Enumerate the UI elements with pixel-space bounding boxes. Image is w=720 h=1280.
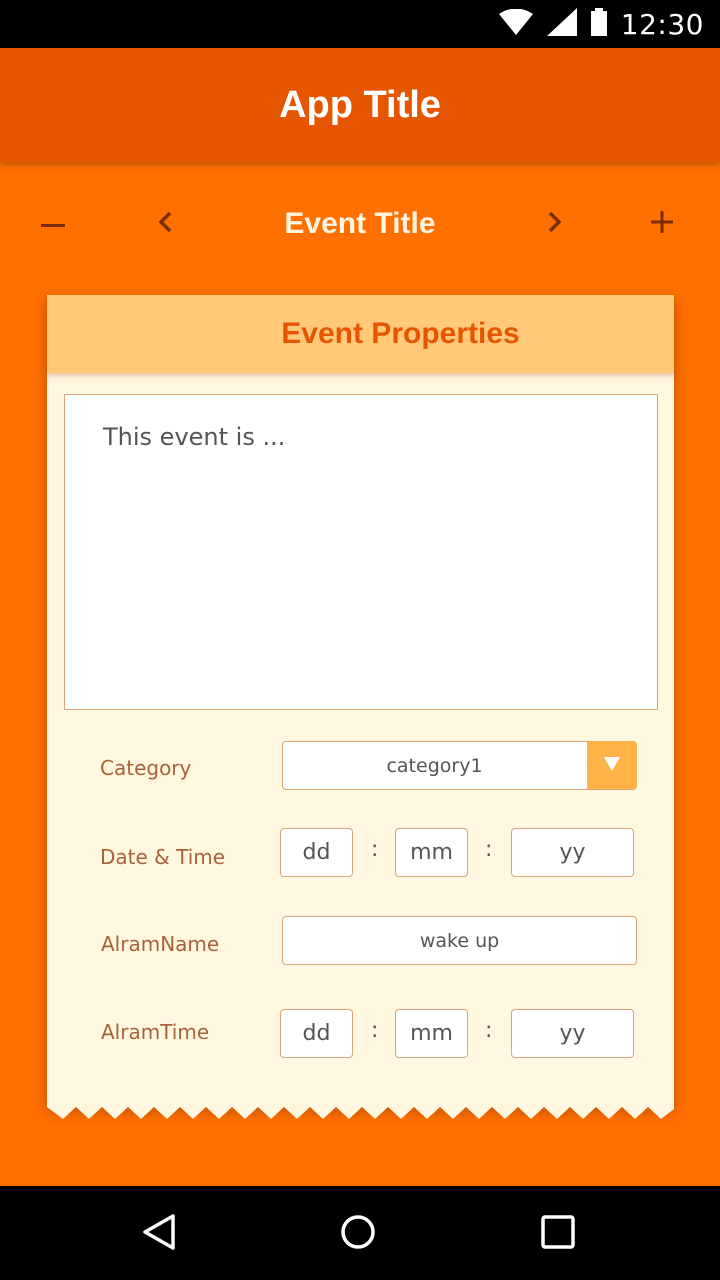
datetime-month-value: mm	[410, 840, 453, 865]
alarm-month-value: mm	[410, 1021, 453, 1046]
description-placeholder: This event is ...	[103, 423, 286, 451]
alarm-year-value: yy	[559, 1021, 586, 1046]
system-nav-bar	[0, 1186, 720, 1280]
alarm-time-label: AlramTime	[101, 1020, 210, 1044]
datetime-day-value: dd	[302, 840, 331, 865]
datetime-separator: :	[485, 837, 493, 862]
home-button[interactable]	[333, 1209, 383, 1259]
datetime-separator: :	[371, 837, 379, 862]
status-time: 12:30	[620, 7, 704, 41]
chevron-left-icon	[158, 211, 172, 238]
alarm-time-separator: :	[371, 1018, 379, 1043]
datetime-label: Date & Time	[100, 845, 226, 869]
recents-icon	[541, 1214, 575, 1254]
datetime-day-input[interactable]: dd	[280, 828, 353, 877]
description-input[interactable]: This event is ...	[64, 394, 658, 710]
status-bar: 12:30	[0, 0, 720, 48]
alarm-day-input[interactable]: dd	[280, 1009, 353, 1058]
next-event-button[interactable]	[527, 196, 583, 252]
home-icon	[340, 1214, 376, 1255]
event-title: Event Title	[284, 207, 436, 240]
battery-icon	[590, 7, 607, 41]
alarm-year-input[interactable]: yy	[511, 1009, 634, 1058]
alarm-time-separator: :	[485, 1018, 493, 1043]
card-zigzag-edge	[47, 1095, 674, 1119]
category-dropdown-button[interactable]	[587, 741, 637, 789]
category-label: Category	[100, 756, 192, 780]
datetime-year-input[interactable]: yy	[511, 828, 634, 877]
event-properties-card: Event Properties This event is ... Categ…	[47, 295, 674, 1120]
plus-icon	[651, 210, 673, 238]
minus-icon	[41, 215, 65, 233]
card-header: Event Properties	[47, 295, 674, 373]
back-button[interactable]	[134, 1209, 184, 1259]
alarm-name-value: wake up	[419, 929, 500, 952]
signal-icon	[546, 7, 577, 41]
card-header-title: Event Properties	[281, 317, 520, 350]
chevron-right-icon	[548, 211, 562, 238]
alarm-name-input[interactable]: wake up	[282, 916, 637, 965]
remove-event-button[interactable]	[25, 196, 81, 252]
alarm-month-input[interactable]: mm	[395, 1009, 468, 1058]
add-event-button[interactable]	[634, 196, 690, 252]
datetime-year-value: yy	[559, 840, 586, 865]
caret-down-icon	[604, 754, 620, 776]
alarm-name-label: AlramName	[101, 932, 220, 956]
category-select[interactable]: category1	[282, 741, 637, 790]
app-bar: App Title	[0, 48, 720, 162]
wifi-icon	[498, 8, 533, 40]
back-icon	[142, 1213, 176, 1255]
alarm-day-value: dd	[302, 1021, 331, 1046]
app-title: App Title	[279, 83, 441, 126]
recents-button[interactable]	[533, 1209, 583, 1259]
category-value: category1	[386, 754, 483, 777]
event-nav: Event Title	[0, 196, 720, 252]
datetime-month-input[interactable]: mm	[395, 828, 468, 877]
